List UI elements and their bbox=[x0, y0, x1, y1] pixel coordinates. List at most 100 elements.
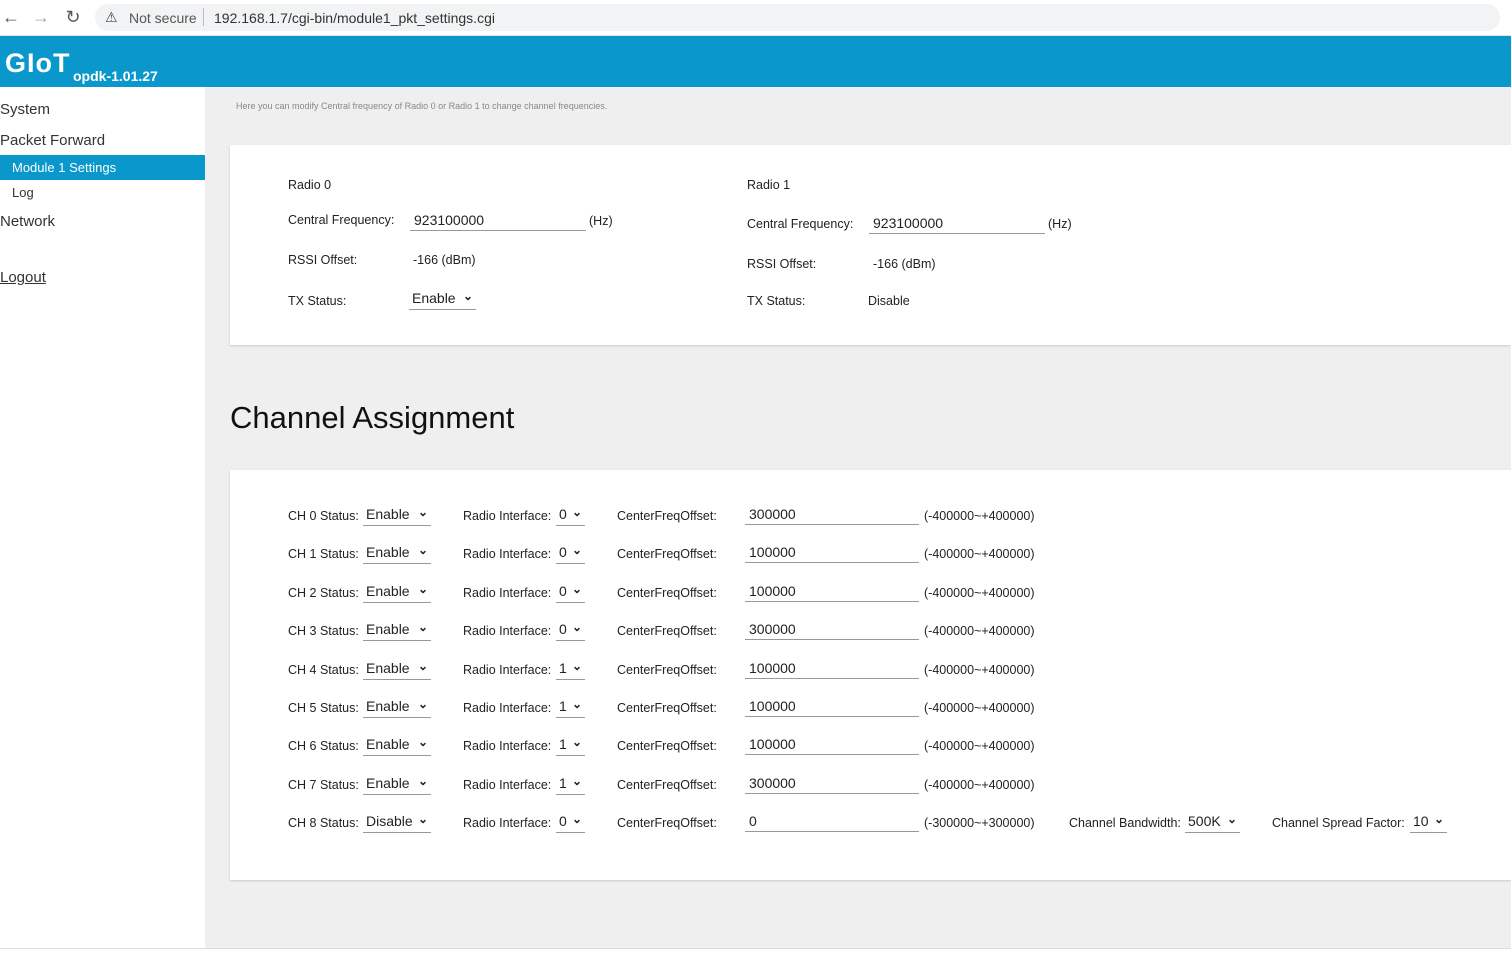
channel-row: CH 0 Status: Enable ⌄ Radio Interface: 0 ⌄ Cen… bbox=[230, 503, 1511, 536]
channel-row: CH 3 Status: Enable ⌄ Radio Interface: 0 ⌄ Cen… bbox=[230, 618, 1511, 651]
sidebar-item-packet-forward[interactable]: Packet Forward bbox=[0, 132, 105, 149]
channel-status-label: CH 3 Status: bbox=[288, 624, 359, 638]
channel-status-label: CH 7 Status: bbox=[288, 778, 359, 792]
radio-settings-card: Radio 0 Central Frequency: (Hz) RSSI Off… bbox=[230, 145, 1511, 345]
radio-interface-select[interactable]: 1 ⌄ bbox=[556, 696, 585, 718]
radio-interface-label: Radio Interface: bbox=[463, 509, 552, 523]
radio-interface-label: Radio Interface: bbox=[463, 624, 552, 638]
channel-status-select[interactable]: Enable ⌄ bbox=[363, 581, 431, 603]
channel-status-select[interactable]: Enable ⌄ bbox=[363, 542, 431, 564]
channel-status-select[interactable]: Enable ⌄ bbox=[363, 658, 431, 680]
url-separator bbox=[203, 8, 204, 26]
channel-status-select[interactable]: Enable ⌄ bbox=[363, 734, 431, 756]
center-freq-offset-label: CenterFreqOffset: bbox=[617, 816, 717, 830]
offset-range-label: (-400000~+400000) bbox=[924, 739, 1035, 753]
center-freq-offset-input[interactable] bbox=[745, 503, 919, 525]
radio-interface-select-value: 1 bbox=[559, 660, 567, 676]
browser-toolbar: ← → ↻ ⚠ Not secure 192.168.1.7/cgi-bin/m… bbox=[0, 0, 1511, 36]
radio1-freq-label: Central Frequency: bbox=[747, 217, 854, 231]
center-freq-offset-input[interactable] bbox=[745, 657, 919, 679]
center-freq-offset-input[interactable] bbox=[745, 580, 919, 602]
center-freq-offset-label: CenterFreqOffset: bbox=[617, 778, 717, 792]
offset-range-label: (-400000~+400000) bbox=[924, 586, 1035, 600]
sidebar-item-module1-settings[interactable]: Module 1 Settings bbox=[0, 155, 205, 180]
url-text[interactable]: 192.168.1.7/cgi-bin/module1_pkt_settings… bbox=[214, 10, 495, 26]
channel-status-select-value: Enable bbox=[366, 775, 410, 791]
radio-interface-label: Radio Interface: bbox=[463, 547, 552, 561]
channel-status-select-value: Enable bbox=[366, 698, 410, 714]
radio-interface-label: Radio Interface: bbox=[463, 663, 552, 677]
channel-status-select[interactable]: Enable ⌄ bbox=[363, 504, 431, 526]
radio1-freq-input[interactable] bbox=[869, 212, 1045, 234]
channel-status-select[interactable]: Disable ⌄ bbox=[363, 811, 431, 833]
channel-bandwidth-select-value: 500K bbox=[1188, 813, 1221, 829]
reload-icon[interactable]: ↻ bbox=[62, 6, 84, 28]
radio-interface-select[interactable]: 1 ⌄ bbox=[556, 773, 585, 795]
app-header: GIoT opdk-1.01.27 bbox=[0, 36, 1511, 87]
offset-range-label: (-400000~+400000) bbox=[924, 663, 1035, 677]
radio0-freq-input[interactable] bbox=[410, 209, 586, 231]
sidebar: System Packet Forward Module 1 Settings … bbox=[0, 87, 205, 948]
radio-interface-select[interactable]: 0 ⌄ bbox=[556, 581, 585, 603]
sidebar-item-system[interactable]: System bbox=[0, 101, 50, 118]
sidebar-item-label: Module 1 Settings bbox=[12, 160, 117, 175]
channel-spread-factor-label: Channel Spread Factor: bbox=[1272, 816, 1405, 830]
radio-interface-select[interactable]: 0 ⌄ bbox=[556, 504, 585, 526]
channel-status-select[interactable]: Enable ⌄ bbox=[363, 696, 431, 718]
chevron-down-icon: ⌄ bbox=[571, 735, 582, 749]
chevron-down-icon: ⌄ bbox=[417, 543, 428, 557]
center-freq-offset-input[interactable] bbox=[745, 541, 919, 563]
forward-arrow-icon[interactable]: → bbox=[30, 6, 52, 28]
channel-status-select-value: Enable bbox=[366, 736, 410, 752]
center-freq-offset-label: CenterFreqOffset: bbox=[617, 624, 717, 638]
radio-interface-label: Radio Interface: bbox=[463, 586, 552, 600]
radio0-rssi-value: -166 (dBm) bbox=[413, 253, 476, 267]
radio1-title: Radio 1 bbox=[747, 178, 791, 192]
channel-status-select-value: Enable bbox=[366, 506, 410, 522]
center-freq-offset-label: CenterFreqOffset: bbox=[617, 663, 717, 677]
sidebar-item-network[interactable]: Network bbox=[0, 213, 55, 230]
channel-status-select[interactable]: Enable ⌄ bbox=[363, 619, 431, 641]
radio1-rssi-value: -166 (dBm) bbox=[873, 257, 936, 271]
channel-status-label: CH 1 Status: bbox=[288, 547, 359, 561]
radio-interface-select[interactable]: 0 ⌄ bbox=[556, 619, 585, 641]
giot-logo: GIoT bbox=[5, 48, 71, 78]
center-freq-offset-input[interactable] bbox=[745, 733, 919, 755]
center-freq-offset-input[interactable] bbox=[745, 772, 919, 794]
center-freq-offset-input[interactable] bbox=[745, 695, 919, 717]
address-bar[interactable]: ⚠ Not secure 192.168.1.7/cgi-bin/module1… bbox=[95, 4, 1500, 31]
radio-interface-select[interactable]: 1 ⌄ bbox=[556, 658, 585, 680]
channel-spread-factor-select[interactable]: 10 ⌄ bbox=[1410, 811, 1447, 833]
channel-row: CH 4 Status: Enable ⌄ Radio Interface: 1 ⌄ Cen… bbox=[230, 657, 1511, 690]
radio-interface-select[interactable]: 0 ⌄ bbox=[556, 811, 585, 833]
channel-assignment-card: CH 0 Status: Enable ⌄ Radio Interface: 0 ⌄ Cen… bbox=[230, 470, 1511, 880]
radio-interface-label: Radio Interface: bbox=[463, 816, 552, 830]
center-freq-offset-input[interactable] bbox=[745, 810, 919, 832]
channel-status-label: CH 0 Status: bbox=[288, 509, 359, 523]
radio-interface-select[interactable]: 1 ⌄ bbox=[556, 734, 585, 756]
center-freq-offset-label: CenterFreqOffset: bbox=[617, 547, 717, 561]
chevron-down-icon: ⌄ bbox=[571, 774, 582, 788]
center-freq-offset-input[interactable] bbox=[745, 618, 919, 640]
radio-interface-select[interactable]: 0 ⌄ bbox=[556, 542, 585, 564]
channel-row: CH 8 Status: Disable ⌄ Radio Interface: 0 ⌄ Ce… bbox=[230, 810, 1511, 843]
channel-status-select[interactable]: Enable ⌄ bbox=[363, 773, 431, 795]
channel-assignment-title: Channel Assignment bbox=[230, 400, 515, 435]
logout-link[interactable]: Logout bbox=[0, 269, 46, 286]
radio-interface-select-value: 1 bbox=[559, 736, 567, 752]
channel-row: CH 5 Status: Enable ⌄ Radio Interface: 1 ⌄ Cen… bbox=[230, 695, 1511, 728]
back-arrow-icon[interactable]: ← bbox=[0, 6, 22, 28]
sidebar-item-log[interactable]: Log bbox=[12, 185, 34, 200]
channel-bandwidth-select[interactable]: 500K ⌄ bbox=[1185, 811, 1240, 833]
radio0-freq-unit: (Hz) bbox=[589, 214, 613, 228]
channel-status-select-value: Enable bbox=[366, 621, 410, 637]
radio0-rssi-label: RSSI Offset: bbox=[288, 253, 358, 267]
radio-interface-select-value: 0 bbox=[559, 506, 567, 522]
chevron-down-icon: ⌄ bbox=[417, 620, 428, 634]
radio0-tx-select[interactable]: Enable ⌄ bbox=[409, 288, 476, 310]
radio-interface-select-value: 0 bbox=[559, 583, 567, 599]
center-freq-offset-label: CenterFreqOffset: bbox=[617, 586, 717, 600]
radio-interface-label: Radio Interface: bbox=[463, 701, 552, 715]
chevron-down-icon: ⌄ bbox=[417, 505, 428, 519]
radio-interface-select-value: 0 bbox=[559, 544, 567, 560]
